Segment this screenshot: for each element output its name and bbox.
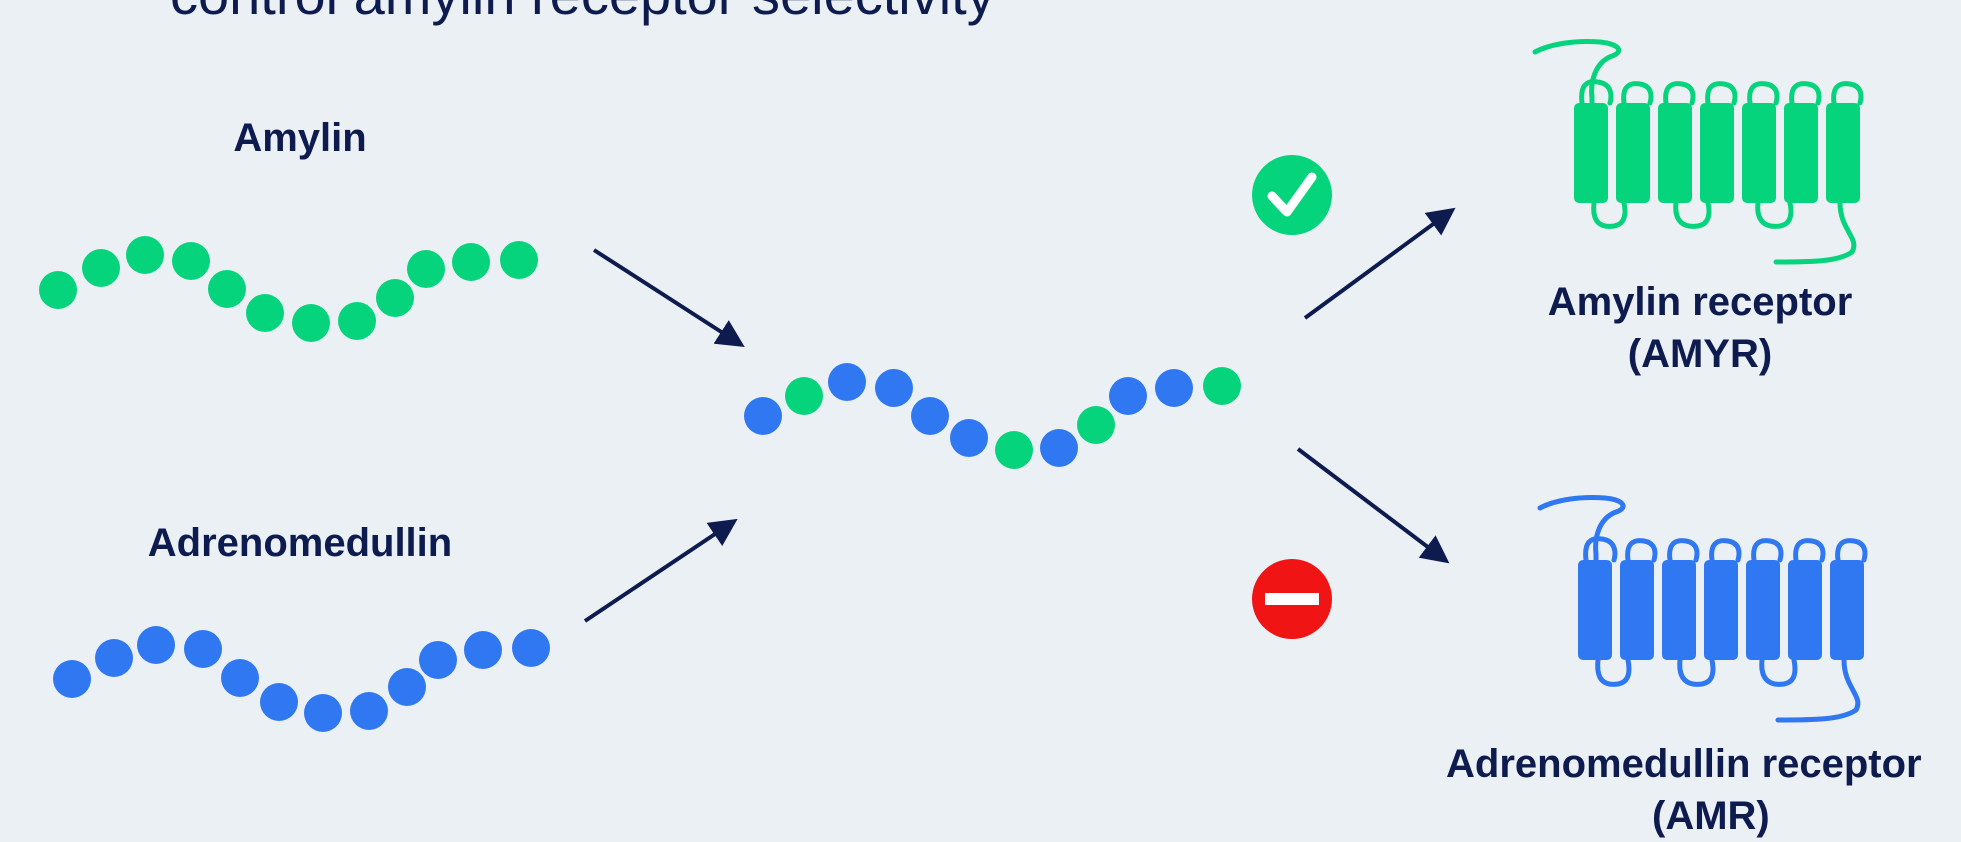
hybrid-peptide-chain bbox=[744, 363, 1241, 469]
arrow-adm-to-hybrid bbox=[583, 518, 738, 623]
arrow-hybrid-to-amyr bbox=[1303, 207, 1456, 320]
adm-receptor-name: Adrenomedullin receptor bbox=[1446, 742, 1922, 786]
amylin-receptor-abbrev: (AMYR) bbox=[1627, 332, 1773, 376]
adrenomedullin-label: Adrenomedullin bbox=[147, 521, 453, 565]
adrenomedullin-receptor-icon bbox=[1537, 495, 1868, 723]
amylin-receptor-name: Amylin receptor bbox=[1547, 280, 1853, 324]
amylin-peptide-chain bbox=[39, 236, 538, 342]
arrow-amylin-to-hybrid bbox=[592, 248, 745, 348]
amylin-receptor-label: Amylin receptor (AMYR) bbox=[1480, 276, 1920, 380]
adm-receptor-label: Adrenomedullin receptor (AMR) bbox=[1446, 738, 1961, 842]
amylin-receptor-icon bbox=[1532, 39, 1864, 265]
check-circle-icon bbox=[1252, 155, 1332, 235]
adrenomedullin-peptide-chain bbox=[53, 626, 550, 732]
amylin-label: Amylin bbox=[233, 116, 367, 160]
arrow-hybrid-to-amr bbox=[1296, 447, 1450, 564]
adm-receptor-abbrev: (AMR) bbox=[1652, 794, 1770, 838]
no-entry-icon bbox=[1252, 559, 1332, 639]
